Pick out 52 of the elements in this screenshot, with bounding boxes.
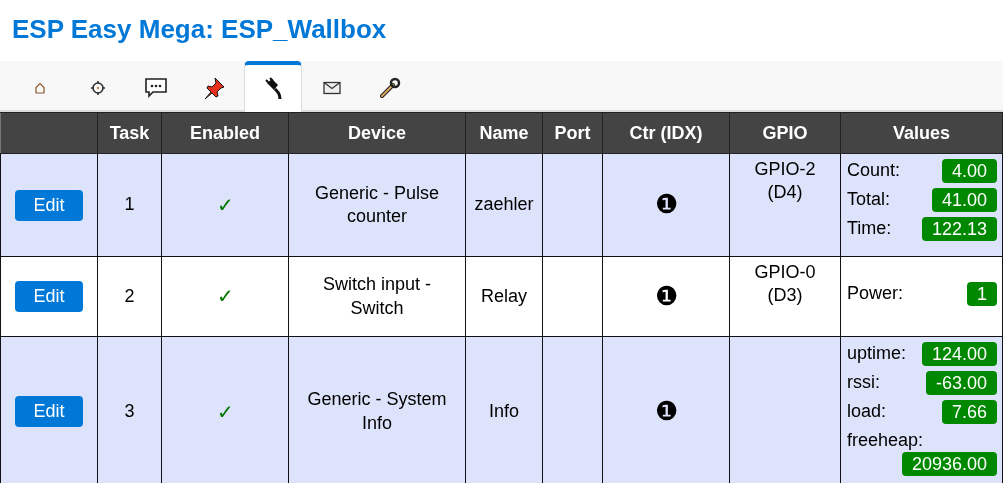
table-cell: 1	[97, 153, 162, 257]
value-label: rssi:	[847, 371, 880, 394]
value-label: uptime:	[847, 342, 907, 365]
value-badge: 20936.00	[901, 452, 997, 477]
table-cell: Relay	[465, 256, 543, 337]
table-cell: Info	[465, 336, 543, 483]
edit-button[interactable]: Edit	[15, 281, 83, 312]
check-mark: ✓	[216, 400, 234, 423]
column-header: Values	[840, 112, 1003, 154]
edit-button[interactable]: Edit	[15, 396, 83, 428]
column-header: Enabled	[161, 112, 289, 154]
value-badge: 7.66	[941, 400, 997, 424]
check-mark: ✓	[216, 193, 234, 216]
table-cell: zaehler	[465, 153, 543, 257]
value-label: Total:	[847, 188, 891, 211]
nav-tab[interactable]	[244, 61, 302, 112]
value-badge: 4.00	[941, 159, 997, 183]
table-cell: Generic - Pulse counter	[288, 153, 466, 257]
value-badge: -63.00	[925, 371, 997, 395]
column-header: Task	[97, 112, 162, 154]
value-label: Power:	[847, 282, 904, 305]
counter-number: ❶	[654, 189, 678, 220]
check-mark: ✓	[216, 285, 234, 308]
counter-number: ❶	[654, 280, 678, 311]
edit-button[interactable]: Edit	[15, 189, 83, 221]
column-header: Device	[288, 112, 466, 154]
column-header: Ctr (IDX)	[602, 112, 730, 154]
column-header: Name	[465, 112, 543, 154]
value-badge: 41.00	[931, 188, 997, 212]
settings-icon	[90, 79, 106, 96]
value-label: load:	[847, 400, 887, 423]
home-icon	[34, 81, 46, 94]
value-label: Time:	[847, 217, 892, 240]
counter-number: ❶	[654, 395, 678, 426]
table-cell: 2	[97, 256, 162, 337]
speech-bubble-icon	[144, 76, 168, 99]
column-header: Port	[542, 112, 603, 154]
table-cell: GPIO-0 (D3)	[729, 256, 841, 337]
table-cell: GPIO-2 (D4)	[729, 153, 841, 257]
wrench-icon	[379, 76, 401, 99]
value-label: Count:	[847, 159, 901, 182]
value-badge: 122.13	[921, 217, 997, 241]
value-label: freeheap:	[847, 429, 924, 452]
envelope-icon	[323, 80, 341, 95]
pushpin-icon	[202, 75, 226, 100]
column-header: GPIO	[729, 112, 841, 154]
value-badge: 1	[967, 282, 997, 306]
table-cell: 3	[97, 336, 162, 483]
table-cell: Switch input - Switch	[288, 256, 466, 337]
page-title: ESP Easy Mega: ESP_Wallbox	[11, 13, 388, 46]
value-badge: 124.00	[921, 342, 997, 366]
table-cell: Generic - System Info	[288, 336, 466, 483]
